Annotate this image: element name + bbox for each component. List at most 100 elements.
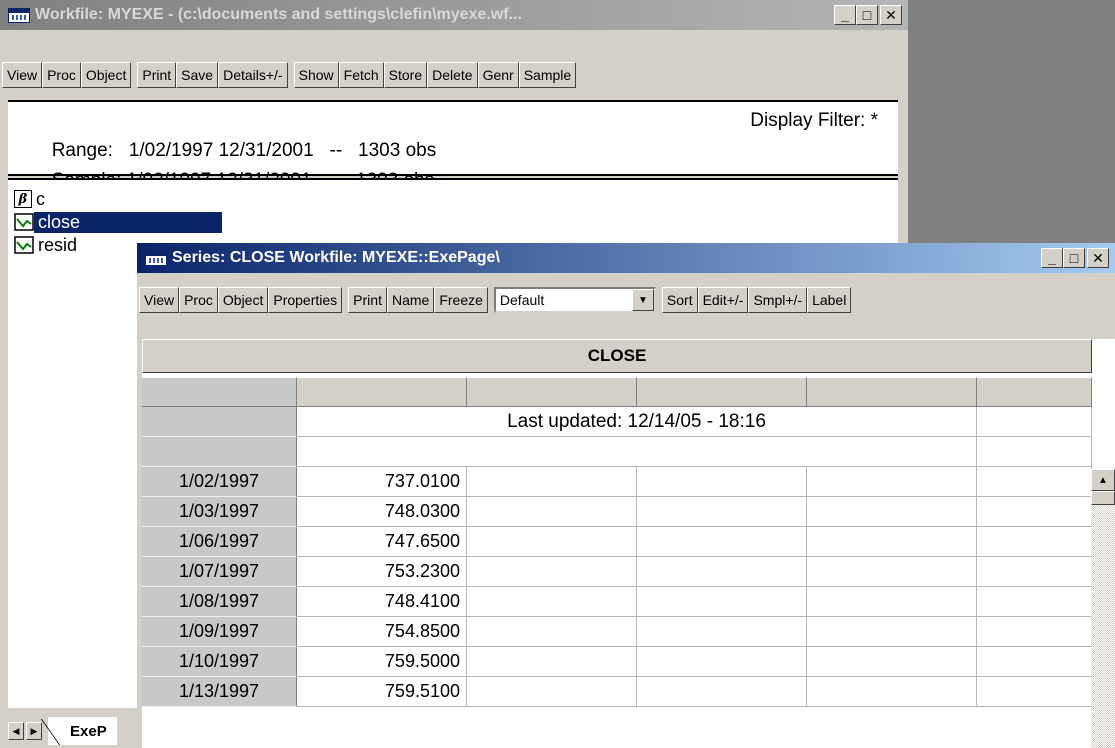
table-cell[interactable] [977,677,1092,707]
table-cell[interactable] [977,587,1092,617]
close-button[interactable]: ✕ [1087,248,1109,268]
label-button[interactable]: Label [807,287,852,313]
table-cell[interactable] [637,677,807,707]
tab-exepage[interactable]: ExeP [48,717,117,745]
table-cell[interactable] [807,677,977,707]
row-value[interactable]: 747.6500 [297,527,467,557]
row-value[interactable]: 753.2300 [297,557,467,587]
properties-button[interactable]: Properties [268,287,343,313]
close-button[interactable]: ✕ [880,5,902,25]
table-cell[interactable] [807,647,977,677]
row-date[interactable]: 1/02/1997 [142,467,297,497]
table-cell[interactable] [467,617,637,647]
table-cell[interactable] [467,527,637,557]
last-updated-cell[interactable]: Last updated: 12/14/05 - 18:16 [297,407,977,437]
row-date[interactable]: 1/10/1997 [142,647,297,677]
workfile-titlebar[interactable]: Workfile: MYEXE - (c:\documents and sett… [0,0,908,30]
table-cell[interactable] [637,587,807,617]
table-cell[interactable] [807,527,977,557]
vertical-scrollbar[interactable]: ▲ [1091,469,1115,748]
maximize-button[interactable]: □ [856,5,878,25]
save-button[interactable]: Save [176,62,219,88]
maximize-button[interactable]: □ [1063,248,1085,268]
row-date[interactable]: 1/07/1997 [142,557,297,587]
print-button[interactable]: Print [137,62,177,88]
table-cell[interactable] [637,467,807,497]
object-item-resid[interactable]: resid [14,234,81,256]
sample-button[interactable]: Sample [518,62,577,88]
table-cell[interactable] [637,647,807,677]
row-value[interactable]: 759.5100 [297,677,467,707]
table-cell[interactable] [807,467,977,497]
chevron-down-icon[interactable]: ▼ [631,289,654,311]
column-header[interactable] [467,377,637,407]
table-cell[interactable] [977,527,1092,557]
object-item-close[interactable]: close [14,211,222,233]
object-button[interactable]: Object [217,287,269,313]
table-cell[interactable] [977,497,1092,527]
sort-button[interactable]: Sort [661,287,698,313]
table-cell[interactable] [807,497,977,527]
freeze-button[interactable]: Freeze [434,287,488,313]
object-item-c[interactable]: β c [14,188,49,210]
table-cell[interactable] [467,587,637,617]
store-button[interactable]: Store [383,62,428,88]
genr-button[interactable]: Genr [477,62,519,88]
table-cell[interactable] [977,557,1092,587]
table-cell[interactable] [467,467,637,497]
tab-scroll-right-icon[interactable]: ▶ [26,722,42,740]
table-cell[interactable] [977,647,1092,677]
edit-button[interactable]: Edit+/- [697,287,749,313]
row-value[interactable]: 759.5000 [297,647,467,677]
row-value[interactable]: 737.0100 [297,467,467,497]
row-date[interactable]: 1/03/1997 [142,497,297,527]
scroll-up-icon[interactable]: ▲ [1091,469,1115,491]
table-cell[interactable] [807,587,977,617]
tab-scroll-left-icon[interactable]: ◀ [8,722,24,740]
row-value[interactable]: 748.4100 [297,587,467,617]
column-header[interactable] [807,377,977,407]
name-button[interactable]: Name [386,287,435,313]
table-cell[interactable] [637,617,807,647]
blank-cell[interactable] [297,437,977,467]
minimize-button[interactable]: _ [834,5,856,25]
table-cell[interactable] [977,437,1092,467]
series-titlebar[interactable]: Series: CLOSE Workfile: MYEXE::ExePage\ … [137,243,1115,273]
table-cell[interactable] [467,497,637,527]
table-cell[interactable] [467,647,637,677]
show-button[interactable]: Show [293,62,339,88]
table-cell[interactable] [637,557,807,587]
table-cell[interactable] [807,617,977,647]
column-header[interactable] [637,377,807,407]
view-button[interactable]: View [2,62,43,88]
delete-button[interactable]: Delete [427,62,478,88]
details-button[interactable]: Details+/- [218,62,288,88]
object-button[interactable]: Object [80,62,132,88]
table-cell[interactable] [977,467,1092,497]
row-value[interactable]: 754.8500 [297,617,467,647]
fetch-button[interactable]: Fetch [338,62,384,88]
table-cell[interactable] [637,497,807,527]
minimize-button[interactable]: _ [1041,248,1063,268]
print-button[interactable]: Print [348,287,387,313]
table-cell[interactable] [467,677,637,707]
column-header[interactable] [297,377,467,407]
display-filter[interactable]: Display Filter: * [750,106,878,136]
row-date[interactable]: 1/08/1997 [142,587,297,617]
table-cell[interactable] [467,557,637,587]
scroll-thumb[interactable] [1091,491,1115,505]
table-cell[interactable] [977,407,1092,437]
proc-button[interactable]: Proc [179,287,218,313]
table-cell[interactable] [807,557,977,587]
row-date[interactable]: 1/13/1997 [142,677,297,707]
format-dropdown[interactable]: Default ▼ [493,287,656,313]
proc-button[interactable]: Proc [42,62,81,88]
row-date[interactable]: 1/06/1997 [142,527,297,557]
column-header[interactable] [977,377,1092,407]
table-cell[interactable] [637,527,807,557]
row-value[interactable]: 748.0300 [297,497,467,527]
view-button[interactable]: View [139,287,180,313]
smpl-button[interactable]: Smpl+/- [748,287,808,313]
table-cell[interactable] [977,617,1092,647]
row-date[interactable]: 1/09/1997 [142,617,297,647]
